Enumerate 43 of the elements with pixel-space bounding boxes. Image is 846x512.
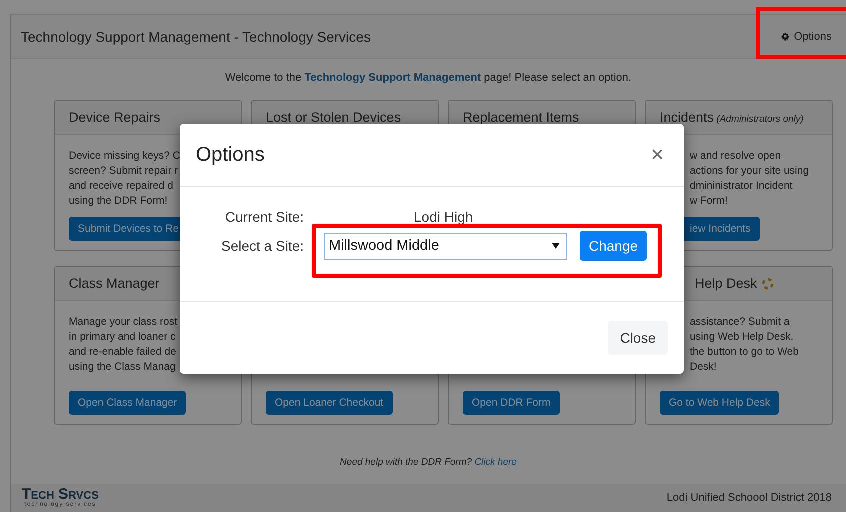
close-button[interactable]: × (649, 144, 666, 166)
card-action-button[interactable]: iew Incidents (681, 217, 760, 241)
card-title: Help Desk (695, 276, 758, 291)
caret-icon (552, 243, 560, 249)
card-action-button[interactable]: Go to Web Help Desk (660, 391, 780, 415)
card-description-line: using the Class Manag (69, 360, 177, 375)
logo-text: Tech Srvcs (22, 488, 99, 502)
select-site-label: Select a Site: (220, 238, 304, 254)
current-site-label: Current Site: (224, 209, 304, 225)
card-description-line: Desk! (689, 360, 718, 375)
card-description-line: the button to go to Web (689, 345, 800, 360)
card-description-line: assistance? Submit a (689, 315, 791, 330)
card-action-button[interactable]: Open Class Manager (69, 391, 186, 415)
card-description-line: using Web Help Desk. (689, 330, 795, 345)
card-title: Replacement Items (463, 110, 580, 125)
card-description-line: w Form! (689, 194, 729, 209)
card-description-line: and receive repaired d (69, 179, 174, 194)
dialog-title: Options (196, 144, 265, 166)
help-link[interactable]: Click here (474, 457, 517, 468)
welcome-text: Welcome to the Technology Support Management page! Please select an option. (224, 71, 633, 86)
card-action-button[interactable]: Open Loaner Checkout (266, 391, 393, 415)
card-title: Device Repairs (69, 110, 161, 125)
copyright-text: Lodi Unified Schoool District 2018 (666, 492, 832, 504)
card-title: Class Manager (69, 276, 160, 291)
card-description-line: w and resolve open (689, 149, 782, 164)
options-link[interactable]: Options (781, 30, 832, 42)
card-description-line: actions for your site using (689, 164, 810, 179)
card-title: Incidents (Administrators only) (660, 110, 804, 125)
card-description-line: in primary and loaner c (69, 330, 177, 345)
card-description-line: screen? Submit repair r (69, 164, 180, 179)
card-action-button[interactable]: Open DDR Form (463, 391, 560, 415)
change-button[interactable]: Change (580, 231, 648, 261)
card-description-line: using the DDR Form! (69, 194, 169, 209)
card-title: Lost or Stolen Devices (266, 110, 402, 125)
settings-icon (781, 32, 790, 41)
card-description-line: Manage your class rost (69, 315, 179, 330)
site-dropdown[interactable]: Millswood Middle (324, 232, 567, 260)
page-title: Technology Support Management - Technology Services (21, 28, 371, 44)
current-site-value: Lodi High (414, 209, 474, 225)
card-description-line: and re-enable failed de (69, 345, 178, 360)
close-button[interactable]: Close (608, 321, 668, 355)
card-description-line: dmininistrator Incident (689, 179, 794, 194)
help-note: Need help with the DDR Form? (340, 457, 472, 468)
